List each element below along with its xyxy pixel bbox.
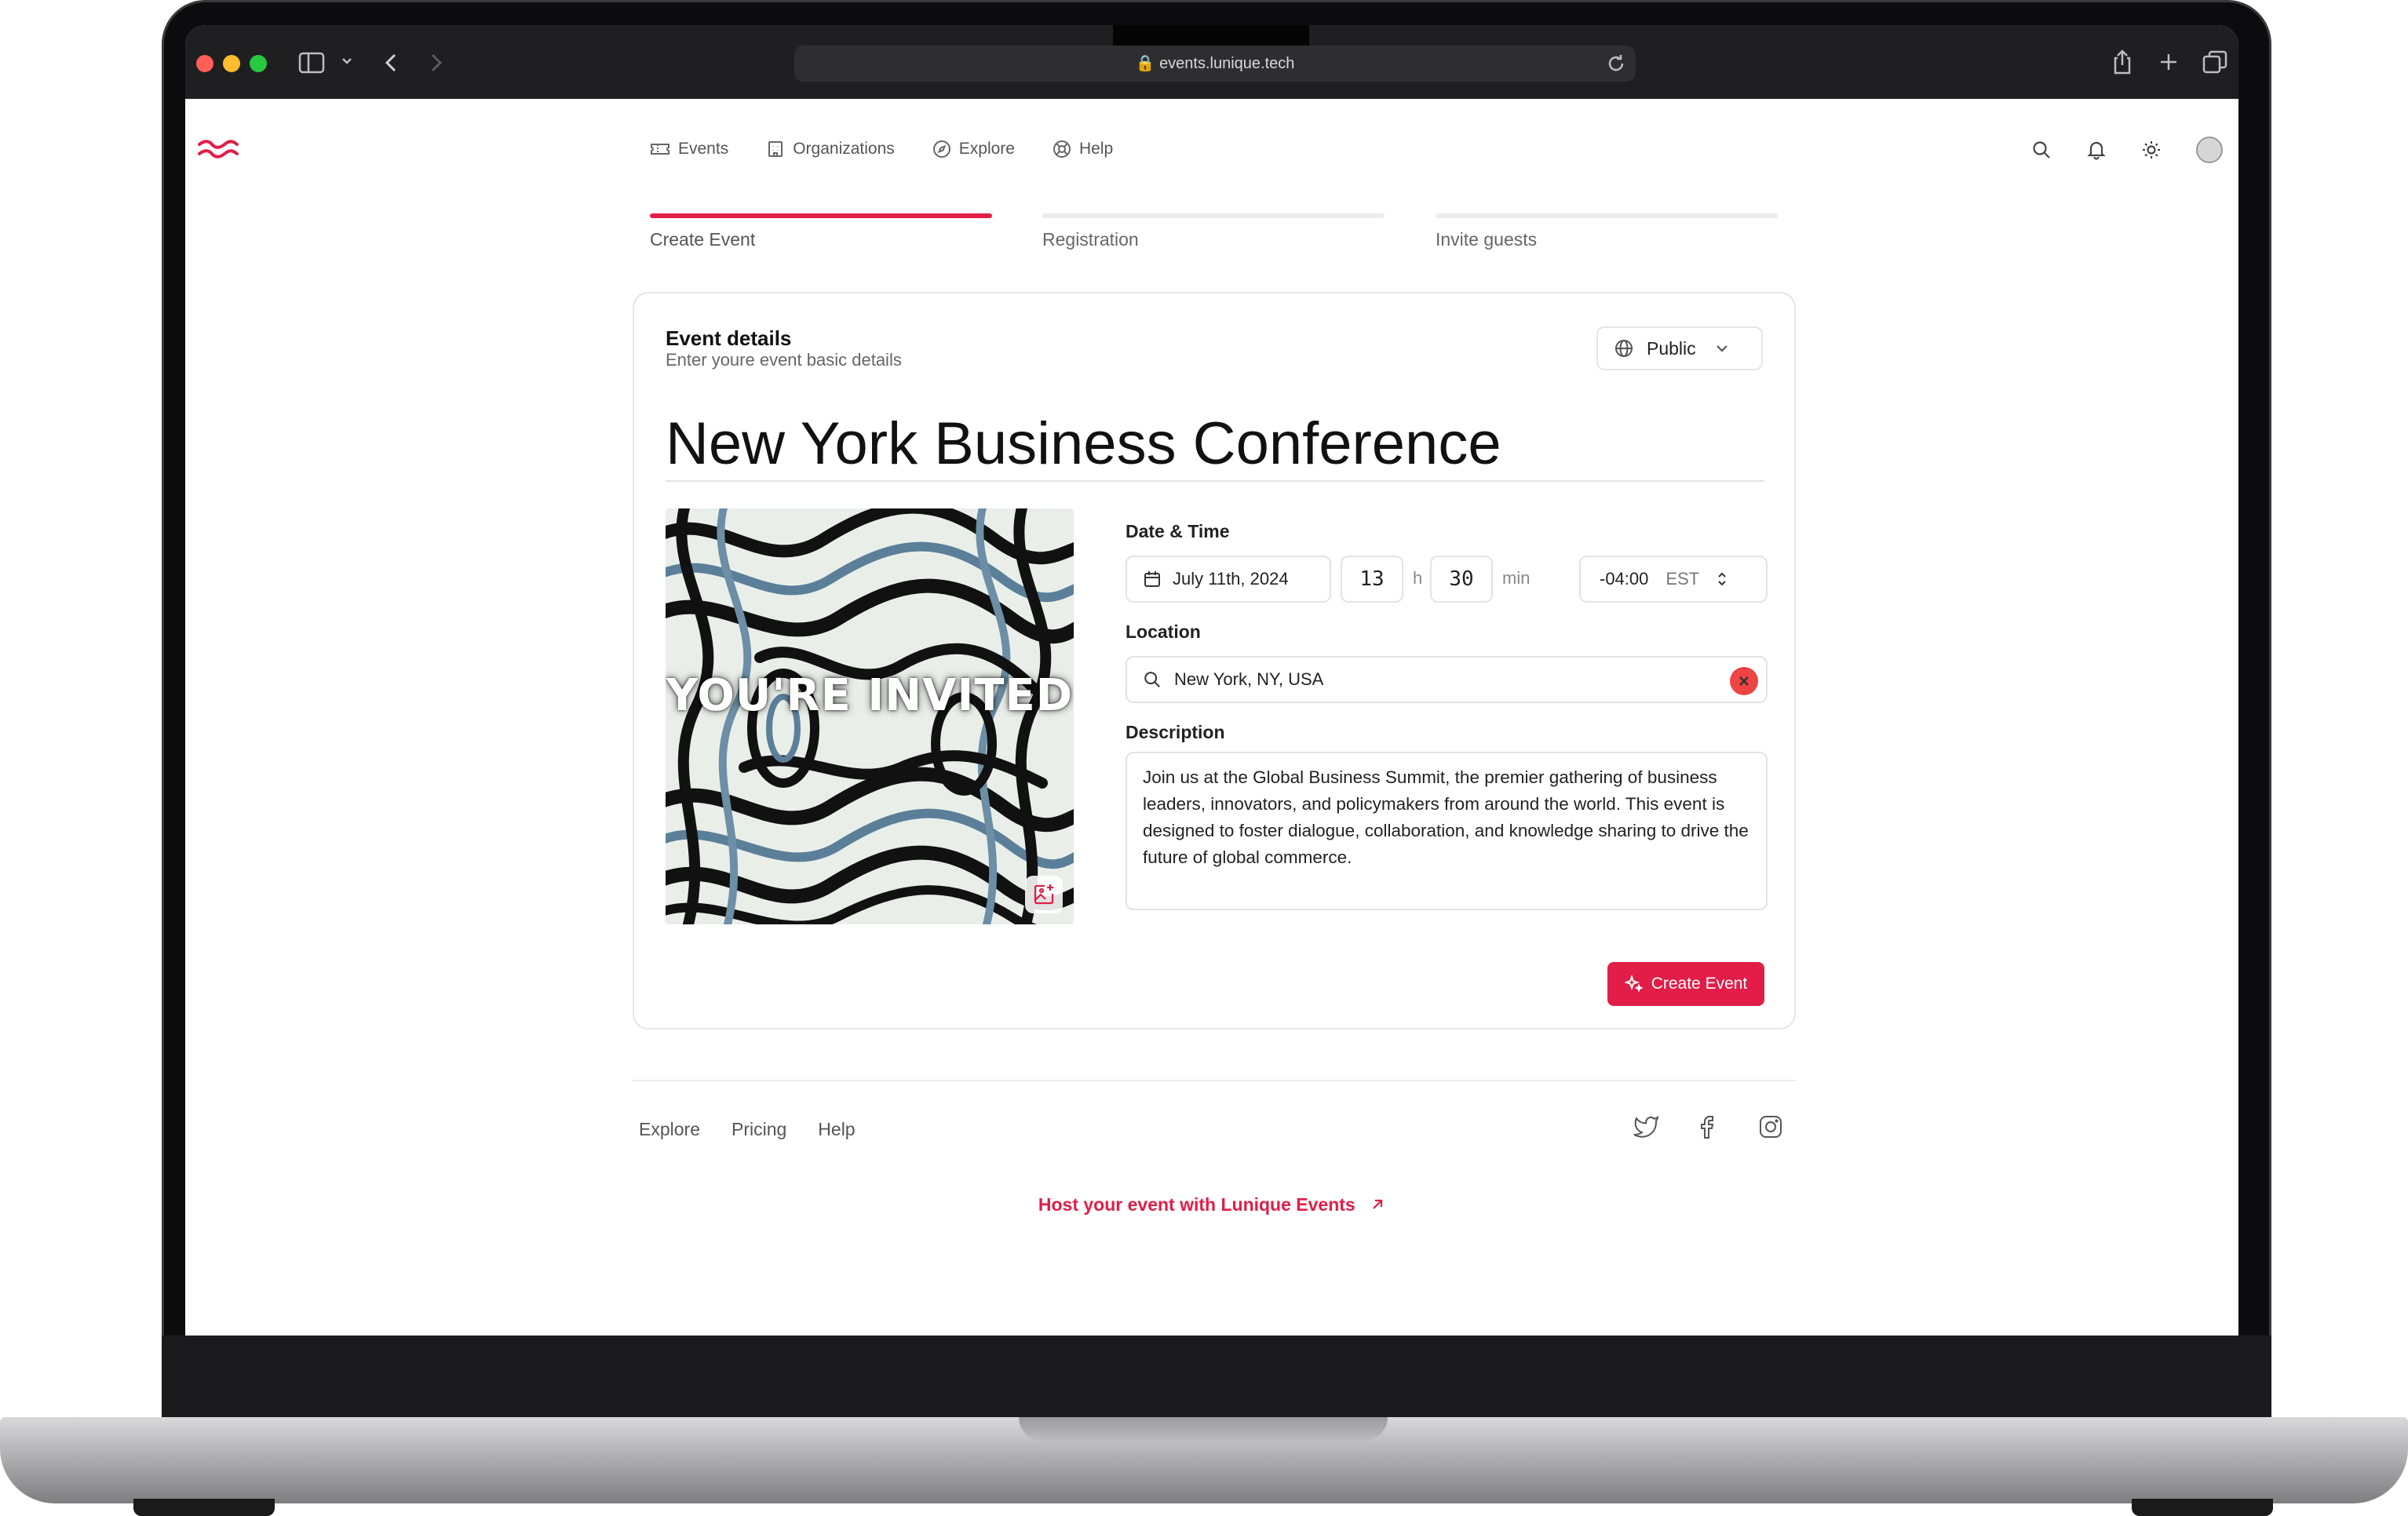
header-actions xyxy=(2031,137,2223,163)
nav-events[interactable]: Events xyxy=(650,140,728,159)
step-progress-bar xyxy=(1436,213,1778,218)
nav-explore[interactable]: Explore xyxy=(932,140,1015,159)
chevron-down-icon xyxy=(1716,345,1728,352)
description-label: Description xyxy=(1126,722,1225,742)
building-icon xyxy=(768,141,783,157)
step-progress-bar xyxy=(1042,213,1385,218)
social-links xyxy=(1633,1114,1783,1139)
forward-icon[interactable] xyxy=(429,52,444,74)
footer-links: Explore Pricing Help xyxy=(639,1119,856,1140)
lifebuoy-icon xyxy=(1053,140,1071,158)
nav-events-label: Events xyxy=(678,140,729,158)
main-nav: Events Organizations Explore Help xyxy=(650,140,1113,159)
date-time-label: Date & Time xyxy=(1126,521,1230,541)
new-tab-icon[interactable] xyxy=(2158,52,2179,72)
close-icon xyxy=(1739,676,1749,686)
event-details-card: Event details Enter youre event basic de… xyxy=(633,292,1796,1029)
screen: 🔒 events.lunique.tech Events Organizatio… xyxy=(185,25,2238,1336)
step-create-event[interactable]: Create Event xyxy=(650,213,992,250)
location-input[interactable]: New York, NY, USA xyxy=(1126,656,1768,703)
chevron-down-icon[interactable] xyxy=(341,56,353,66)
timezone-abbr: EST xyxy=(1666,569,1700,589)
calendar-icon xyxy=(1144,571,1160,587)
step-label: Invite guests xyxy=(1436,229,1538,250)
footer-link-pricing[interactable]: Pricing xyxy=(732,1119,786,1140)
date-picker[interactable]: July 11th, 2024 xyxy=(1126,556,1331,603)
cover-text: YOU'RE INVITED xyxy=(666,670,1074,721)
nav-explore-label: Explore xyxy=(958,140,1015,158)
clear-location-button[interactable] xyxy=(1730,667,1758,695)
visibility-value: Public xyxy=(1647,337,1696,359)
search-icon[interactable] xyxy=(2031,140,2052,160)
timezone-offset: -04:00 xyxy=(1600,569,1649,589)
image-plus-icon xyxy=(1034,884,1054,905)
facebook-icon[interactable] xyxy=(1697,1114,1720,1139)
laptop-chin xyxy=(162,1336,2271,1417)
host-event-link[interactable]: Host your event with Lunique Events xyxy=(185,1194,2238,1215)
minute-unit: min xyxy=(1502,568,1531,588)
create-event-label: Create Event xyxy=(1651,975,1748,993)
avatar[interactable] xyxy=(2196,137,2223,163)
date-value: July 11th, 2024 xyxy=(1173,569,1289,589)
footer-divider xyxy=(633,1080,1796,1081)
sidebar-toggle-icon[interactable] xyxy=(298,52,325,74)
laptop-opening-notch xyxy=(1019,1417,1388,1441)
browser-toolbar: 🔒 events.lunique.tech xyxy=(185,25,2238,99)
nav-organizations-label: Organizations xyxy=(793,140,895,158)
nav-organizations[interactable]: Organizations xyxy=(766,140,895,159)
ticket-icon xyxy=(651,144,669,155)
instagram-icon[interactable] xyxy=(1758,1114,1783,1139)
lunique-logo[interactable] xyxy=(196,140,240,169)
page: Events Organizations Explore Help Create… xyxy=(185,99,2238,1336)
create-event-button[interactable]: Create Event xyxy=(1607,962,1764,1006)
step-label: Create Event xyxy=(650,229,756,250)
footer-link-explore[interactable]: Explore xyxy=(639,1119,700,1140)
search-icon xyxy=(1144,672,1160,687)
footer-link-help[interactable]: Help xyxy=(818,1119,855,1140)
host-event-label: Host your event with Lunique Events xyxy=(1038,1194,1355,1215)
step-progress-bar xyxy=(650,213,992,218)
event-name-input[interactable]: New York Business Conference xyxy=(666,406,1764,482)
tab-overview-icon[interactable] xyxy=(2202,50,2227,74)
minute-input[interactable]: 30 xyxy=(1430,556,1493,603)
reload-icon[interactable] xyxy=(1606,53,1626,74)
nav-help-label: Help xyxy=(1078,140,1114,158)
nav-help[interactable]: Help xyxy=(1053,140,1113,159)
sparkles-icon xyxy=(1624,975,1644,993)
arrow-up-right-icon xyxy=(1373,1199,1383,1209)
laptop-foot-left xyxy=(133,1499,275,1516)
card-title: Event details xyxy=(666,326,792,350)
hour-input[interactable]: 13 xyxy=(1341,556,1403,603)
lock-icon: 🔒 xyxy=(1135,55,1160,72)
globe-icon xyxy=(1615,340,1633,357)
back-icon[interactable] xyxy=(383,52,399,74)
laptop-foot-right xyxy=(2132,1499,2273,1516)
cover-image: YOU'RE INVITED xyxy=(666,508,1074,924)
change-cover-button[interactable] xyxy=(1025,876,1063,913)
timezone-select[interactable]: -04:00 EST xyxy=(1579,556,1768,603)
maximize-window-button[interactable] xyxy=(250,55,267,72)
url-text: events.lunique.tech xyxy=(1159,55,1295,72)
step-registration[interactable]: Registration xyxy=(1042,213,1385,250)
location-value: New York, NY, USA xyxy=(1174,669,1324,689)
compass-icon xyxy=(932,140,950,158)
share-icon[interactable] xyxy=(2111,49,2133,75)
location-label: Location xyxy=(1126,621,1201,642)
close-window-button[interactable] xyxy=(196,55,213,72)
minimize-window-button[interactable] xyxy=(223,55,240,72)
card-subtitle: Enter youre event basic details xyxy=(666,350,902,370)
sun-icon[interactable] xyxy=(2141,140,2162,160)
bell-icon[interactable] xyxy=(2086,140,2107,160)
chevron-up-down-icon xyxy=(1718,572,1726,586)
step-invite-guests[interactable]: Invite guests xyxy=(1436,213,1778,250)
step-label: Registration xyxy=(1042,229,1139,250)
description-textarea[interactable]: Join us at the Global Business Summit, t… xyxy=(1126,752,1768,910)
address-bar[interactable]: 🔒 events.lunique.tech xyxy=(794,46,1636,82)
twitter-icon[interactable] xyxy=(1633,1114,1659,1138)
visibility-select[interactable]: Public xyxy=(1596,326,1763,370)
hour-unit: h xyxy=(1413,568,1423,588)
